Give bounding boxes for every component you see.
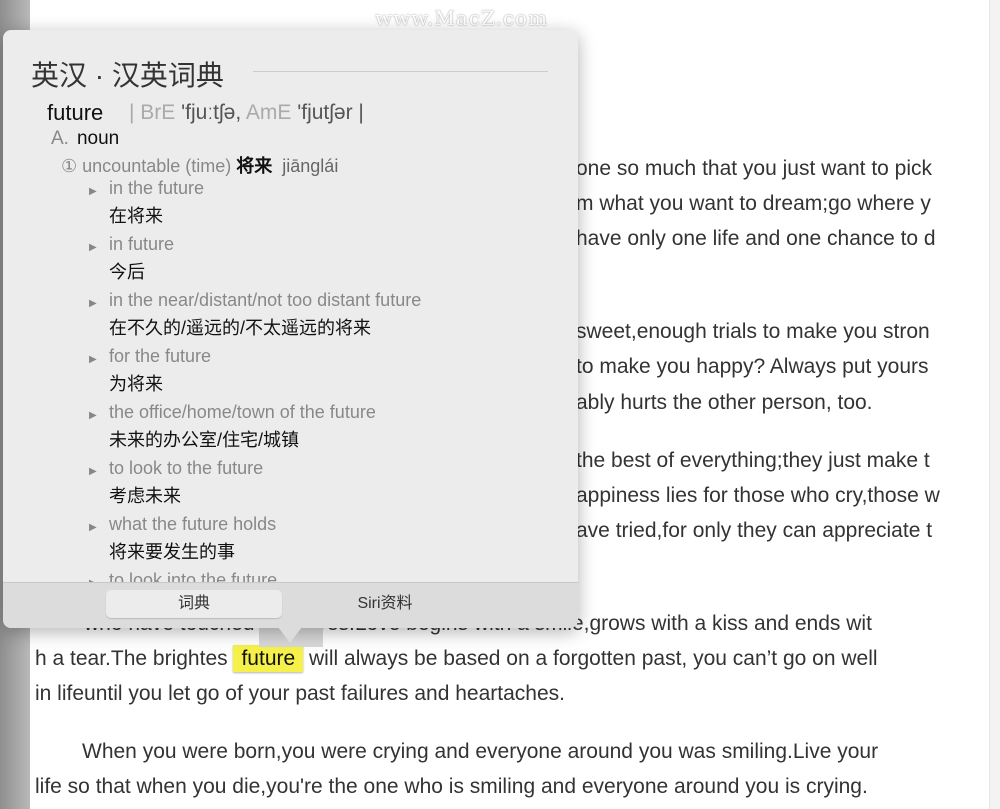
doc-line: ave tried,for only they can appreciate t: [576, 519, 933, 542]
example-english: to look to the future: [109, 458, 264, 478]
popup-tab-bar: 词典 Siri资料: [3, 582, 578, 628]
doc-line: in lifeuntil you let go of your past fai…: [35, 682, 565, 705]
doc-line: h a tear.The brightes future will always…: [35, 645, 878, 672]
ame-label: AmE: [245, 101, 292, 124]
disclosure-triangle-icon[interactable]: ▶: [89, 242, 109, 253]
popup-pointer: [278, 627, 302, 643]
example-entry: ▶ what the future holds 将来要发生的事: [89, 514, 276, 564]
doc-line: m what you want to dream;go where y: [576, 192, 931, 215]
disclosure-triangle-icon[interactable]: ▶: [89, 522, 109, 533]
example-english: to look into the future: [109, 570, 278, 582]
pos-letter: A.: [51, 128, 69, 149]
doc-line: When you were born,you were crying and e…: [82, 740, 879, 763]
doc-line: life so that when you die,you're the one…: [35, 775, 868, 798]
sense-number: ①: [61, 156, 78, 176]
example-chinese: 今后: [109, 262, 145, 282]
sense-translation: 将来: [236, 156, 273, 176]
pronunciation: | BrE 'fjuːtʃə, AmE 'fjutʃər |: [129, 101, 364, 125]
dictionary-title: 英汉 · 汉英词典: [31, 60, 224, 91]
example-entry: ▶ in the future 在将来: [89, 178, 204, 228]
example-chinese: 在将来: [109, 206, 163, 226]
tab-dictionary[interactable]: 词典: [106, 590, 282, 618]
doc-line: have only one life and one chance to d: [576, 227, 936, 250]
disclosure-triangle-icon[interactable]: ▶: [89, 354, 109, 365]
example-english: for the future: [109, 346, 212, 366]
doc-text: will always be based on a forgotten past…: [309, 647, 878, 670]
example-entry: ▶to look into the future: [89, 570, 277, 582]
example-english: in the near/distant/not too distant futu…: [109, 290, 422, 310]
sense-label: uncountable (time): [82, 156, 232, 176]
part-of-speech: A. noun: [51, 128, 119, 150]
headword: future: [47, 100, 104, 125]
doc-line: the best of everything;they just make t: [576, 449, 930, 472]
dictionary-popup: 英汉 · 汉英词典 future | BrE 'fjuːtʃə, AmE 'fj…: [3, 30, 578, 628]
example-chinese: 未来的办公室/住宅/城镇: [109, 430, 300, 450]
title-divider: [253, 71, 548, 72]
highlighted-word[interactable]: future: [233, 645, 304, 672]
sense: ① uncountable (time) 将来 jiānglái: [61, 152, 338, 178]
bre-ipa: 'fjuːtʃə,: [181, 101, 242, 124]
example-english: in future: [109, 234, 175, 254]
example-entry: ▶ to look to the future 考虑未来: [89, 458, 263, 508]
example-chinese: 将来要发生的事: [109, 542, 235, 562]
example-english: the office/home/town of the future: [109, 402, 376, 422]
tab-siri-knowledge[interactable]: Siri资料: [297, 590, 473, 618]
disclosure-triangle-icon[interactable]: ▶: [89, 466, 109, 477]
example-entry: ▶ for the future 为将来: [89, 346, 211, 396]
doc-text: h a tear.The brightes: [35, 647, 228, 670]
example-chinese: 在不久的/遥远的/不太遥远的将来: [109, 318, 372, 338]
sense-pinyin: jiānglái: [282, 156, 339, 176]
doc-line: one so much that you just want to pick: [576, 157, 933, 180]
bre-label: | BrE: [129, 101, 176, 124]
scrollbar-track[interactable]: [989, 0, 1000, 809]
example-english: what the future holds: [109, 514, 277, 534]
doc-line: ably hurts the other person, too.: [576, 391, 873, 414]
ame-ipa: 'fjutʃər |: [297, 101, 364, 124]
disclosure-triangle-icon[interactable]: ▶: [89, 410, 109, 421]
doc-line: sweet,enough trials to make you stron: [576, 320, 930, 343]
doc-line: appiness lies for those who cry,those w: [576, 484, 940, 507]
pos-label: noun: [76, 128, 120, 149]
example-chinese: 为将来: [109, 374, 163, 394]
disclosure-triangle-icon[interactable]: ▶: [89, 186, 109, 197]
example-entry: ▶ in the near/distant/not too distant fut…: [89, 290, 421, 340]
disclosure-triangle-icon[interactable]: ▶: [89, 298, 109, 309]
dictionary-content[interactable]: 英汉 · 汉英词典 future | BrE 'fjuːtʃə, AmE 'fj…: [3, 30, 578, 582]
example-entry: ▶ in future 今后: [89, 234, 174, 284]
example-chinese: 考虑未来: [109, 486, 181, 506]
doc-line: to make you happy? Always put yours: [576, 355, 929, 378]
example-entry: ▶ the office/home/town of the future 未来的办公…: [89, 402, 376, 452]
example-english: in the future: [109, 178, 205, 198]
